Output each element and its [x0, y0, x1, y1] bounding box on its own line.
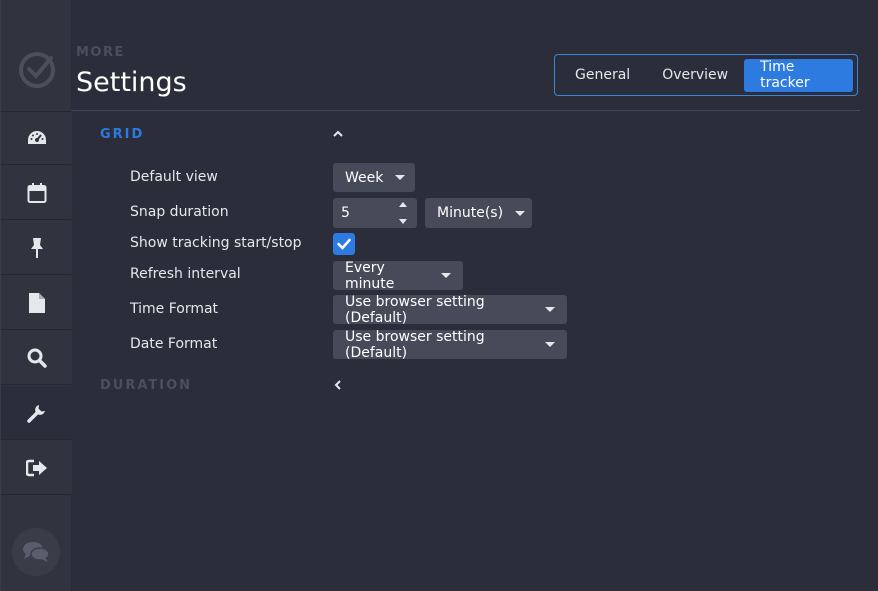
date-format-value: Use browser setting (Default) — [345, 328, 485, 361]
chevron-up-icon[interactable] — [333, 130, 343, 138]
dashboard-icon — [27, 131, 46, 144]
sidebar — [0, 0, 72, 591]
page-title: Settings — [76, 67, 187, 98]
checkmark-icon — [337, 238, 351, 250]
document-icon — [28, 292, 45, 313]
snap-unit-select[interactable]: Minute(s) — [425, 198, 532, 228]
sidebar-item-dashboard[interactable] — [1, 111, 72, 165]
header-divider — [71, 110, 860, 111]
calendar-icon — [27, 182, 46, 203]
sidebar-item-settings[interactable] — [1, 386, 72, 440]
sidebar-item-logout[interactable] — [1, 441, 72, 495]
tab-general[interactable]: General — [559, 59, 646, 92]
app-logo[interactable] — [1, 40, 72, 100]
tab-time-tracker[interactable]: Time tracker — [744, 58, 853, 92]
sign-out-icon — [25, 459, 47, 476]
wrench-icon — [26, 404, 45, 423]
sidebar-item-search[interactable] — [1, 331, 72, 385]
caret-down-icon — [545, 307, 555, 312]
time-format-value: Use browser setting (Default) — [345, 293, 485, 326]
time-format-label: Time Format — [130, 301, 219, 317]
pin-icon — [30, 237, 43, 258]
chevron-left-icon[interactable] — [334, 380, 342, 390]
default-view-label: Default view — [130, 169, 218, 185]
snap-duration-label: Snap duration — [130, 204, 229, 220]
snap-duration-value: 5 — [341, 205, 350, 221]
section-duration-header[interactable]: DURATION — [100, 378, 192, 393]
sidebar-item-document[interactable] — [1, 276, 72, 330]
show-tracking-checkbox[interactable] — [333, 233, 355, 255]
tab-group: General Overview Time tracker — [554, 54, 858, 96]
stepper-up-icon[interactable] — [399, 202, 407, 207]
date-format-label: Date Format — [130, 336, 218, 352]
snap-unit-value: Minute(s) — [437, 205, 504, 221]
snap-duration-input[interactable]: 5 — [333, 198, 417, 228]
caret-down-icon — [395, 175, 406, 180]
show-tracking-label: Show tracking start/stop — [130, 235, 302, 251]
breadcrumb: MORE — [76, 45, 125, 60]
sidebar-item-calendar[interactable] — [1, 166, 72, 220]
caret-down-icon — [441, 273, 451, 278]
time-format-select[interactable]: Use browser setting (Default) — [333, 293, 567, 326]
caret-down-icon — [515, 210, 526, 216]
date-format-select[interactable]: Use browser setting (Default) — [333, 328, 567, 361]
section-grid-header[interactable]: GRID — [100, 127, 144, 142]
search-icon — [27, 348, 47, 368]
chat-bubbles-icon — [23, 542, 50, 562]
refresh-interval-value: Every minute — [345, 259, 395, 292]
caret-down-icon — [545, 342, 555, 347]
check-circle-logo-icon — [18, 52, 55, 88]
default-view-select[interactable]: Week — [333, 163, 415, 192]
stepper-down-icon[interactable] — [399, 219, 407, 224]
app-window: MORE Settings General Overview Time trac… — [0, 0, 878, 591]
tab-overview[interactable]: Overview — [646, 59, 744, 92]
refresh-interval-select[interactable]: Every minute — [333, 259, 463, 292]
chat-button[interactable] — [12, 528, 60, 576]
default-view-value: Week — [345, 169, 384, 186]
sidebar-item-pin[interactable] — [1, 221, 72, 275]
snap-duration-stepper[interactable] — [399, 202, 409, 224]
refresh-interval-label: Refresh interval — [130, 266, 241, 282]
